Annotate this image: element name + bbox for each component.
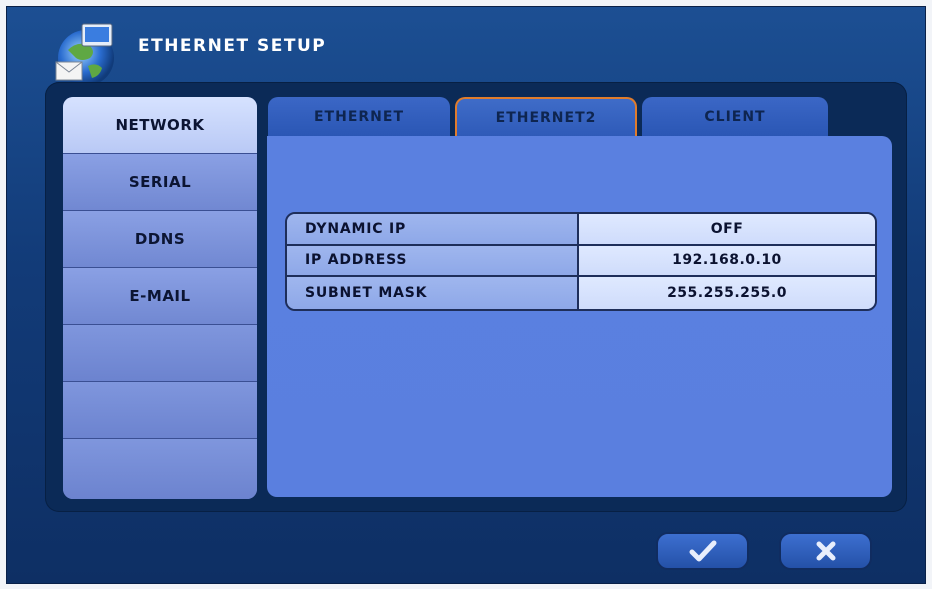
table-row: DYNAMIC IP OFF <box>287 214 875 246</box>
dynamic-ip-value[interactable]: OFF <box>579 214 875 244</box>
confirm-button[interactable] <box>656 532 749 570</box>
sidebar-item-network[interactable]: NETWORK <box>63 97 257 154</box>
checkmark-icon <box>689 540 716 562</box>
ethernet2-panel <box>267 136 892 497</box>
ethernet2-settings-table: DYNAMIC IP OFF IP ADDRESS 192.168.0.10 S… <box>285 212 877 311</box>
network-globe-icon <box>55 23 114 86</box>
cancel-button[interactable] <box>779 532 872 570</box>
table-row: IP ADDRESS 192.168.0.10 <box>287 245 875 278</box>
sidebar: NETWORK SERIAL DDNS E-MAIL <box>63 97 257 499</box>
subnet-mask-label: SUBNET MASK <box>287 277 579 309</box>
dynamic-ip-label: DYNAMIC IP <box>287 214 579 244</box>
subnet-mask-value[interactable]: 255.255.255.0 <box>579 277 875 309</box>
tab-ethernet2[interactable]: ETHERNET2 <box>455 97 637 137</box>
sidebar-item-email[interactable]: E-MAIL <box>63 268 257 325</box>
tab-ethernet[interactable]: ETHERNET <box>268 97 450 137</box>
table-row: SUBNET MASK 255.255.255.0 <box>287 277 875 309</box>
window-title: ETHERNET SETUP <box>138 36 327 56</box>
sidebar-item-empty <box>63 325 257 382</box>
close-icon <box>816 541 835 561</box>
ip-address-value[interactable]: 192.168.0.10 <box>579 245 875 276</box>
tab-client[interactable]: CLIENT <box>642 97 828 137</box>
sidebar-item-empty <box>63 382 257 439</box>
sidebar-item-serial[interactable]: SERIAL <box>63 154 257 211</box>
sidebar-item-ddns[interactable]: DDNS <box>63 211 257 268</box>
sidebar-item-empty <box>63 439 257 499</box>
ip-address-label: IP ADDRESS <box>287 245 579 276</box>
